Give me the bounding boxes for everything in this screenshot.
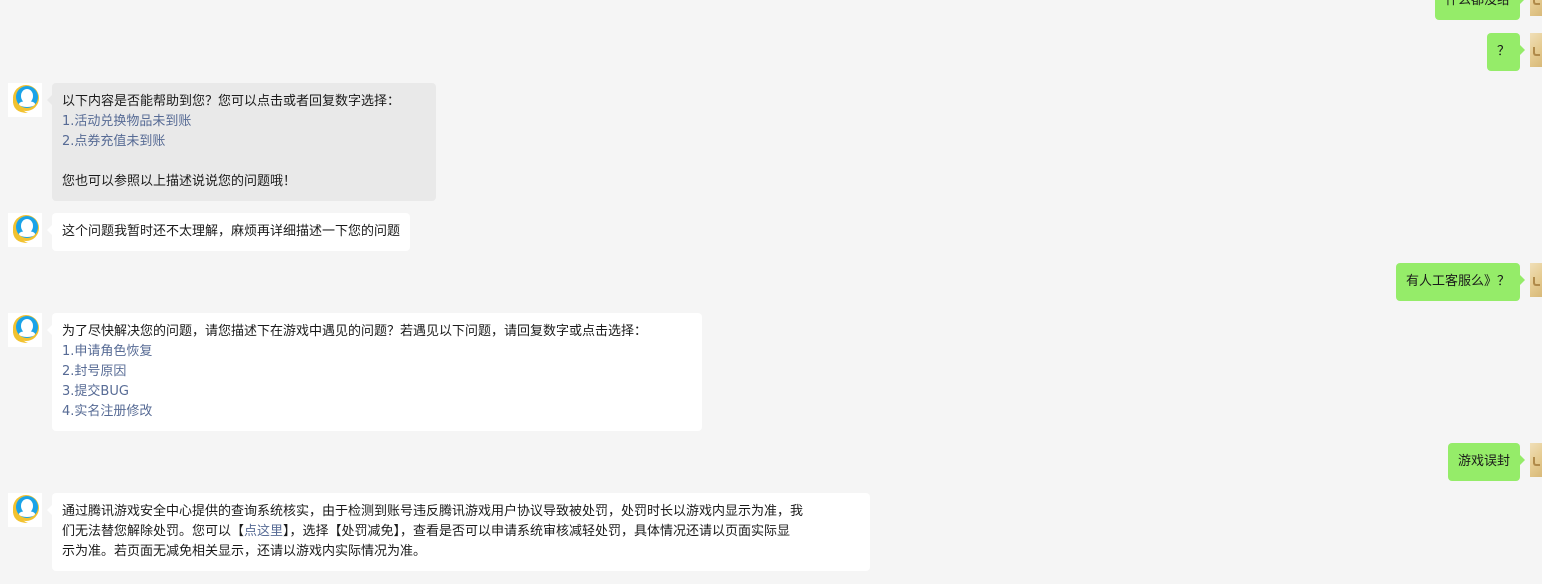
message-bot-not-understand: 这个问题我暂时还不太理解，麻烦再详细描述一下您的问题 [8, 213, 411, 251]
chat-window: 什么都没给 ？ 以下内容是否能帮助到您？您可以点击或者回复数字选择： 1.活动兑… [0, 0, 1542, 584]
message-bubble: 这个问题我暂时还不太理解，麻烦再详细描述一下您的问题 [46, 213, 411, 251]
bot-avatar-icon[interactable] [8, 313, 42, 347]
message-bubble[interactable]: 什么都没给 [1434, 0, 1526, 20]
user-avatar[interactable] [1530, 443, 1542, 477]
message-text: ？ [1496, 44, 1510, 59]
message-bot-ban-reply: 通过腾讯游戏安全中心提供的查询系统核实，由于检测到账号违反腾讯游戏用户协议导致被… [8, 493, 870, 571]
option-link[interactable]: 3.提交BUG [62, 382, 692, 402]
click-here-link[interactable]: 点这里 [244, 524, 283, 539]
user-avatar[interactable] [1530, 263, 1542, 297]
option-link[interactable]: 1.活动兑换物品未到账 [62, 112, 426, 132]
message-text-line2: 们无法替您解除处罚。您可以【点这里】，选择【处罚减免】，查看是否可以申请系统审核… [62, 522, 860, 542]
bot-avatar-icon[interactable] [8, 83, 42, 117]
message-user-human-service: 有人工客服么》？ [1395, 263, 1542, 301]
user-avatar[interactable] [1530, 0, 1542, 16]
message-text: 您也可以参照以上描述说说您的问题哦！ [62, 174, 297, 189]
message-user-question: ？ [1486, 33, 1542, 71]
message-text: 为了尽快解决您的问题，请您描述下在游戏中遇见的问题？若遇见以下问题，请回复数字或… [62, 324, 648, 339]
message-text: 什么都没给 [1444, 0, 1510, 8]
message-bot-help: 以下内容是否能帮助到您？您可以点击或者回复数字选择： 1.活动兑换物品未到账 2… [8, 83, 436, 201]
message-bubble[interactable]: ？ [1486, 33, 1526, 71]
message-bubble: 以下内容是否能帮助到您？您可以点击或者回复数字选择： 1.活动兑换物品未到账 2… [47, 83, 436, 201]
option-link[interactable]: 1.申请角色恢复 [62, 342, 692, 362]
message-text: 们无法替您解除处罚。您可以【 [62, 524, 245, 539]
message-text: 游戏误封 [1457, 454, 1510, 469]
message-user-ban: 游戏误封 [1447, 443, 1542, 481]
message-bubble: 为了尽快解决您的问题，请您描述下在游戏中遇见的问题？若遇见以下问题，请回复数字或… [47, 313, 702, 431]
message-text: 以下内容是否能帮助到您？您可以点击或者回复数字选择： [62, 94, 401, 109]
message-bubble[interactable]: 有人工客服么》？ [1395, 263, 1526, 301]
message-bot-game-issues: 为了尽快解决您的问题，请您描述下在游戏中遇见的问题？若遇见以下问题，请回复数字或… [8, 313, 702, 431]
message-user-top: 什么都没给 [1434, 0, 1542, 20]
message-bubble[interactable]: 游戏误封 [1447, 443, 1526, 481]
message-bubble: 通过腾讯游戏安全中心提供的查询系统核实，由于检测到账号违反腾讯游戏用户协议导致被… [47, 493, 870, 571]
option-link[interactable]: 2.封号原因 [62, 362, 692, 382]
user-avatar[interactable] [1530, 33, 1542, 67]
message-text: 有人工客服么》？ [1405, 274, 1510, 289]
message-text: 这个问题我暂时还不太理解，麻烦再详细描述一下您的问题 [62, 224, 401, 239]
option-link[interactable]: 2.点券充值未到账 [62, 132, 426, 152]
bot-avatar-icon[interactable] [8, 213, 42, 247]
option-link[interactable]: 4.实名注册修改 [62, 402, 692, 422]
message-text: 】，选择【处罚减免】，查看是否可以申请系统审核减轻处罚，具体情况还请以页面实际显 [283, 524, 791, 539]
message-text: 通过腾讯游戏安全中心提供的查询系统核实，由于检测到账号违反腾讯游戏用户协议导致被… [62, 504, 804, 519]
bot-avatar-icon[interactable] [8, 493, 42, 527]
message-text: 示为准。若页面无减免相关显示，还请以游戏内实际情况为准。 [62, 544, 427, 559]
